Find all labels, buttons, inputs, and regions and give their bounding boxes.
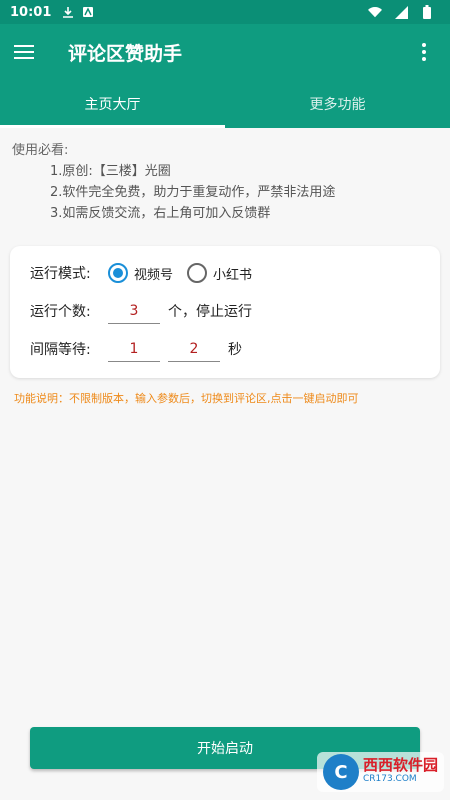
count-suffix: 个，停止运行	[168, 304, 252, 320]
notes-heading: 使用必看:	[12, 143, 69, 158]
status-time: 10:01	[10, 4, 52, 20]
tab-bar: 主页大厅 更多功能	[0, 80, 450, 128]
tab-indicator	[0, 125, 225, 128]
radio-label[interactable]: 小红书	[213, 264, 252, 283]
interval-min-input[interactable]	[108, 336, 160, 362]
download-icon	[61, 5, 75, 19]
interval-unit: 秒	[228, 342, 242, 358]
radio-video-channel[interactable]: 视频号	[108, 263, 181, 283]
feature-note: 功能说明：不限制版本，输入参数后，切换到评论区,点击一键启动即可	[14, 392, 359, 405]
count-row: 运行个数: 个，停止运行	[30, 292, 420, 330]
radio-label[interactable]: 视频号	[134, 264, 173, 283]
mode-row: 运行模式: 视频号 小红书	[30, 254, 420, 292]
usage-notes: 使用必看: 1.原创:【三楼】光圈 2.软件完全免费，助力于重复动作，严禁非法用…	[0, 128, 450, 224]
interval-label: 间隔等待:	[30, 342, 91, 358]
watermark: C 西西软件园 CR173.COM	[316, 752, 444, 792]
tab-main-hall[interactable]: 主页大厅	[0, 80, 225, 128]
radio-unchecked-icon[interactable]	[187, 263, 208, 283]
notes-item: 3.如需反馈交流，右上角可加入反馈群	[50, 206, 271, 221]
radio-xiaohongshu[interactable]: 小红书	[187, 263, 260, 283]
watermark-logo-icon: C	[322, 754, 359, 790]
interval-max-input[interactable]	[168, 336, 220, 362]
count-input[interactable]	[108, 298, 160, 324]
app-notification-icon	[81, 5, 95, 19]
count-label: 运行个数:	[30, 304, 91, 320]
status-bar: 10:01	[0, 0, 450, 24]
watermark-sub: CR173.COM	[362, 774, 417, 784]
mode-label: 运行模式:	[30, 266, 91, 282]
watermark-text: 西西软件园 CR173.COM	[363, 758, 438, 786]
radio-checked-icon[interactable]	[108, 263, 128, 283]
more-options-icon[interactable]	[412, 40, 436, 64]
hamburger-menu-icon[interactable]	[14, 40, 38, 64]
interval-row: 间隔等待: 秒	[30, 330, 420, 368]
battery-icon	[420, 5, 434, 19]
tab-more-features[interactable]: 更多功能	[225, 80, 450, 128]
status-icons	[368, 5, 440, 19]
app-bar: 评论区赞助手	[0, 24, 450, 80]
wifi-icon	[368, 5, 382, 19]
notes-item: 1.原创:【三楼】光圈	[50, 164, 171, 179]
watermark-main: 西西软件园	[362, 756, 438, 774]
app-title: 评论区赞助手	[68, 42, 183, 65]
notes-item: 2.软件完全免费，助力于重复动作，严禁非法用途	[50, 185, 336, 200]
signal-icon	[394, 5, 408, 19]
settings-card: 运行模式: 视频号 小红书 运行个数: 个，停止运行 间隔等待: 秒	[10, 246, 440, 378]
